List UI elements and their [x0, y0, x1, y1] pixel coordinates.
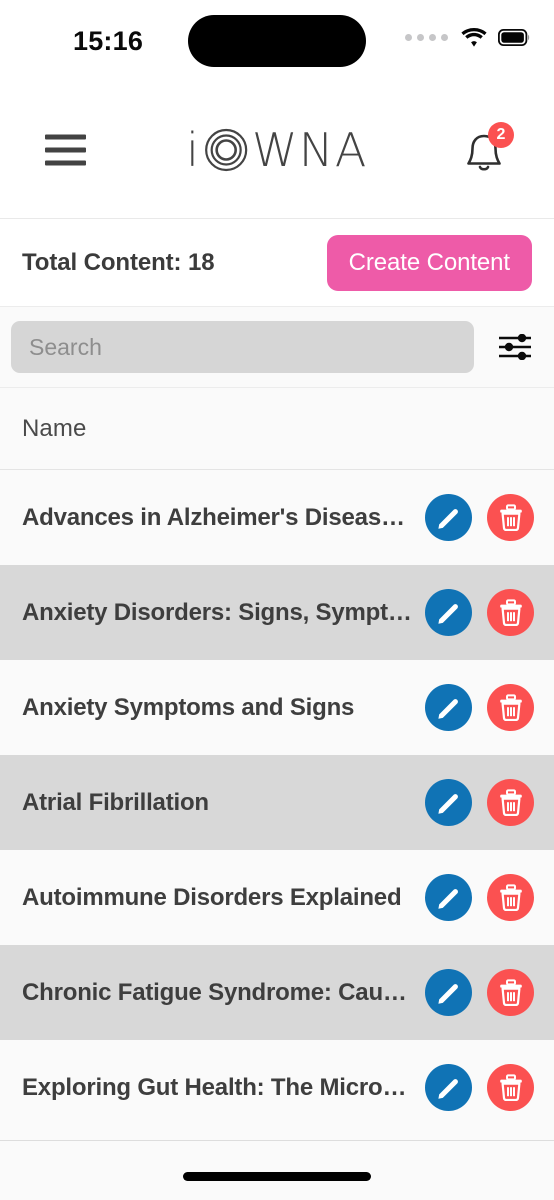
- trash-delete-icon: [499, 599, 522, 626]
- hamburger-menu-icon[interactable]: [45, 134, 86, 166]
- row-actions: [425, 494, 534, 541]
- row-actions: [425, 779, 534, 826]
- notifications-button[interactable]: 2: [460, 122, 514, 176]
- app-logo: i WNA: [186, 127, 368, 173]
- delete-button[interactable]: [487, 874, 534, 921]
- row-title: Autoimmune Disorders Explained: [22, 883, 402, 911]
- table-body: Advances in Alzheimer's Disease… Anxiety…: [0, 470, 554, 1135]
- dynamic-island: [188, 15, 366, 67]
- content-table: Name Advances in Alzheimer's Disease… An…: [0, 388, 554, 1140]
- delete-button[interactable]: [487, 684, 534, 731]
- delete-button[interactable]: [487, 1064, 534, 1111]
- pencil-edit-icon: [437, 983, 458, 1004]
- trash-delete-icon: [499, 1074, 522, 1101]
- pencil-edit-icon: [437, 888, 458, 909]
- table-header-row: Name: [0, 388, 554, 470]
- delete-button[interactable]: [487, 589, 534, 636]
- edit-button[interactable]: [425, 1064, 472, 1111]
- pencil-edit-icon: [437, 793, 458, 814]
- edit-button[interactable]: [425, 874, 472, 921]
- trash-delete-icon: [499, 979, 522, 1006]
- filter-button[interactable]: [488, 320, 542, 374]
- table-row[interactable]: Anxiety Symptoms and Signs: [0, 660, 554, 755]
- column-header-name: Name: [22, 414, 87, 442]
- delete-button[interactable]: [487, 779, 534, 826]
- table-row[interactable]: Chronic Fatigue Syndrome: Caus…: [0, 945, 554, 1040]
- home-indicator[interactable]: [183, 1172, 371, 1181]
- row-actions: [425, 684, 534, 731]
- trash-delete-icon: [499, 504, 522, 531]
- logo-suffix: WNA: [251, 123, 368, 177]
- pencil-edit-icon: [437, 508, 458, 529]
- bottom-bar: [0, 1140, 554, 1200]
- edit-button[interactable]: [425, 589, 472, 636]
- trash-delete-icon: [499, 884, 522, 911]
- create-content-button[interactable]: Create Content: [326, 234, 532, 291]
- total-content-label: Total Content: 18: [22, 248, 215, 276]
- signal-dots-icon: [405, 34, 448, 41]
- status-time: 15:16: [73, 26, 144, 56]
- row-title: Anxiety Disorders: Signs, Sympt…: [22, 598, 412, 626]
- edit-button[interactable]: [425, 684, 472, 731]
- edit-button[interactable]: [425, 779, 472, 826]
- delete-button[interactable]: [487, 494, 534, 541]
- trash-delete-icon: [499, 789, 522, 816]
- pencil-edit-icon: [437, 698, 458, 719]
- row-actions: [425, 589, 534, 636]
- trash-delete-icon: [499, 694, 522, 721]
- search-input[interactable]: [11, 321, 474, 373]
- row-title: Anxiety Symptoms and Signs: [22, 693, 355, 721]
- row-actions: [425, 874, 534, 921]
- edit-button[interactable]: [425, 494, 472, 541]
- table-row[interactable]: Anxiety Disorders: Signs, Sympt…: [0, 565, 554, 660]
- pencil-edit-icon: [437, 603, 458, 624]
- ring-o-icon: [204, 128, 248, 172]
- delete-button[interactable]: [487, 969, 534, 1016]
- row-title: Exploring Gut Health: The Micro…: [22, 1073, 407, 1101]
- battery-full-icon: [498, 29, 530, 46]
- edit-button[interactable]: [425, 969, 472, 1016]
- table-row[interactable]: Advances in Alzheimer's Disease…: [0, 470, 554, 565]
- row-title: Chronic Fatigue Syndrome: Caus…: [22, 978, 413, 1006]
- row-title: Advances in Alzheimer's Disease…: [22, 503, 413, 531]
- table-row[interactable]: Autoimmune Disorders Explained: [0, 850, 554, 945]
- table-row[interactable]: Atrial Fibrillation: [0, 755, 554, 850]
- filter-sliders-icon: [499, 334, 531, 360]
- app-header: i WNA 2: [0, 82, 554, 219]
- row-actions: [425, 1064, 534, 1111]
- content-toolbar: Total Content: 18 Create Content: [0, 219, 554, 307]
- notification-badge: 2: [488, 122, 514, 148]
- status-bar: 15:16: [0, 0, 554, 82]
- row-actions: [425, 969, 534, 1016]
- phone-screen: 15:16 i WNA 2 Total Content: 18 Create C…: [0, 0, 554, 1200]
- table-row[interactable]: Exploring Gut Health: The Micro…: [0, 1040, 554, 1135]
- row-title: Atrial Fibrillation: [22, 788, 209, 816]
- status-indicators: [405, 28, 530, 47]
- pencil-edit-icon: [437, 1078, 458, 1099]
- wifi-icon: [461, 28, 487, 47]
- search-bar: [0, 307, 554, 388]
- logo-prefix: i: [186, 123, 199, 177]
